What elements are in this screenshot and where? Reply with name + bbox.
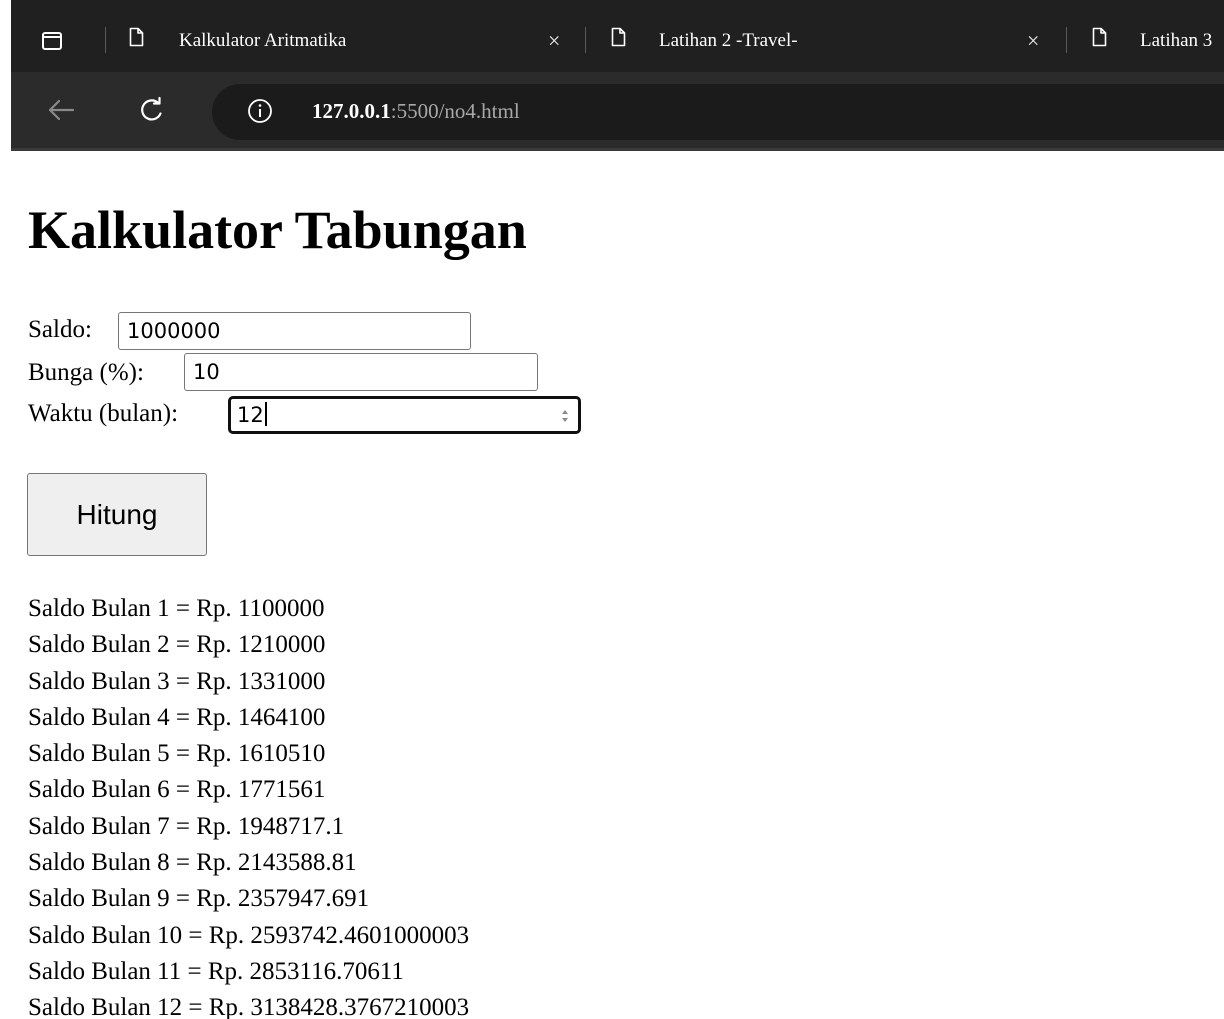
tab-title[interactable]: Latihan 3 [1140, 30, 1212, 52]
refresh-icon[interactable] [138, 96, 166, 124]
bunga-value: 10 [193, 360, 220, 384]
close-icon[interactable]: × [548, 29, 560, 53]
tab-separator [105, 27, 106, 53]
bunga-label: Bunga (%): [28, 359, 144, 386]
result-line: Saldo Bulan 8 = Rp. 2143588.81 [28, 849, 357, 877]
close-icon[interactable]: × [1027, 29, 1039, 53]
bunga-input[interactable]: 10 [184, 353, 538, 391]
url-path: :5500/no4.html [390, 99, 520, 123]
result-line: Saldo Bulan 7 = Rp. 1948717.1 [28, 812, 345, 840]
result-line: Saldo Bulan 5 = Rp. 1610510 [28, 740, 326, 768]
page-title: Kalkulator Tabungan [28, 200, 527, 260]
hitung-button[interactable]: Hitung [27, 473, 207, 556]
waktu-value: 12 [237, 403, 264, 427]
waktu-label: Waktu (bulan): [28, 400, 179, 427]
spinner-arrows-icon[interactable] [560, 404, 570, 428]
info-icon[interactable] [247, 98, 273, 124]
page-icon [1092, 27, 1107, 47]
tab-actions-icon[interactable] [42, 32, 62, 50]
result-line: Saldo Bulan 12 = Rp. 3138428.3767210003 [28, 994, 470, 1019]
results-list: Saldo Bulan 1 = Rp. 1100000 Saldo Bulan … [28, 591, 469, 1019]
url-text[interactable]: 127.0.0.1:5500/no4.html [312, 98, 520, 124]
result-line: Saldo Bulan 9 = Rp. 2357947.691 [28, 885, 370, 913]
page-content: Kalkulator Tabungan Saldo: 1000000 Bunga… [0, 151, 1224, 1019]
text-caret [264, 402, 267, 426]
result-line: Saldo Bulan 6 = Rp. 1771561 [28, 776, 326, 804]
result-line: Saldo Bulan 10 = Rp. 2593742.4601000003 [28, 921, 470, 949]
page-icon [129, 27, 144, 47]
page-icon [611, 27, 626, 47]
back-icon[interactable] [47, 98, 75, 122]
tab-title[interactable]: Kalkulator Aritmatika [179, 30, 346, 52]
result-line: Saldo Bulan 1 = Rp. 1100000 [28, 595, 325, 622]
result-line: Saldo Bulan 3 = Rp. 1331000 [28, 667, 326, 695]
tab-separator [1066, 27, 1067, 53]
tab-separator [585, 27, 586, 53]
waktu-number-input[interactable]: 12 [228, 396, 581, 434]
result-line: Saldo Bulan 11 = Rp. 2853116.70611 [28, 957, 404, 985]
tab-title[interactable]: Latihan 2 -Travel- [659, 30, 798, 52]
result-line: Saldo Bulan 2 = Rp. 1210000 [28, 631, 326, 659]
result-line: Saldo Bulan 4 = Rp. 1464100 [28, 703, 326, 731]
saldo-label: Saldo: [28, 316, 92, 343]
browser-window: Kalkulator Aritmatika × Latihan 2 -Trave… [0, 0, 1224, 1019]
saldo-value: 1000000 [127, 319, 221, 343]
saldo-input[interactable]: 1000000 [118, 312, 471, 350]
url-host: 127.0.0.1 [312, 99, 391, 123]
